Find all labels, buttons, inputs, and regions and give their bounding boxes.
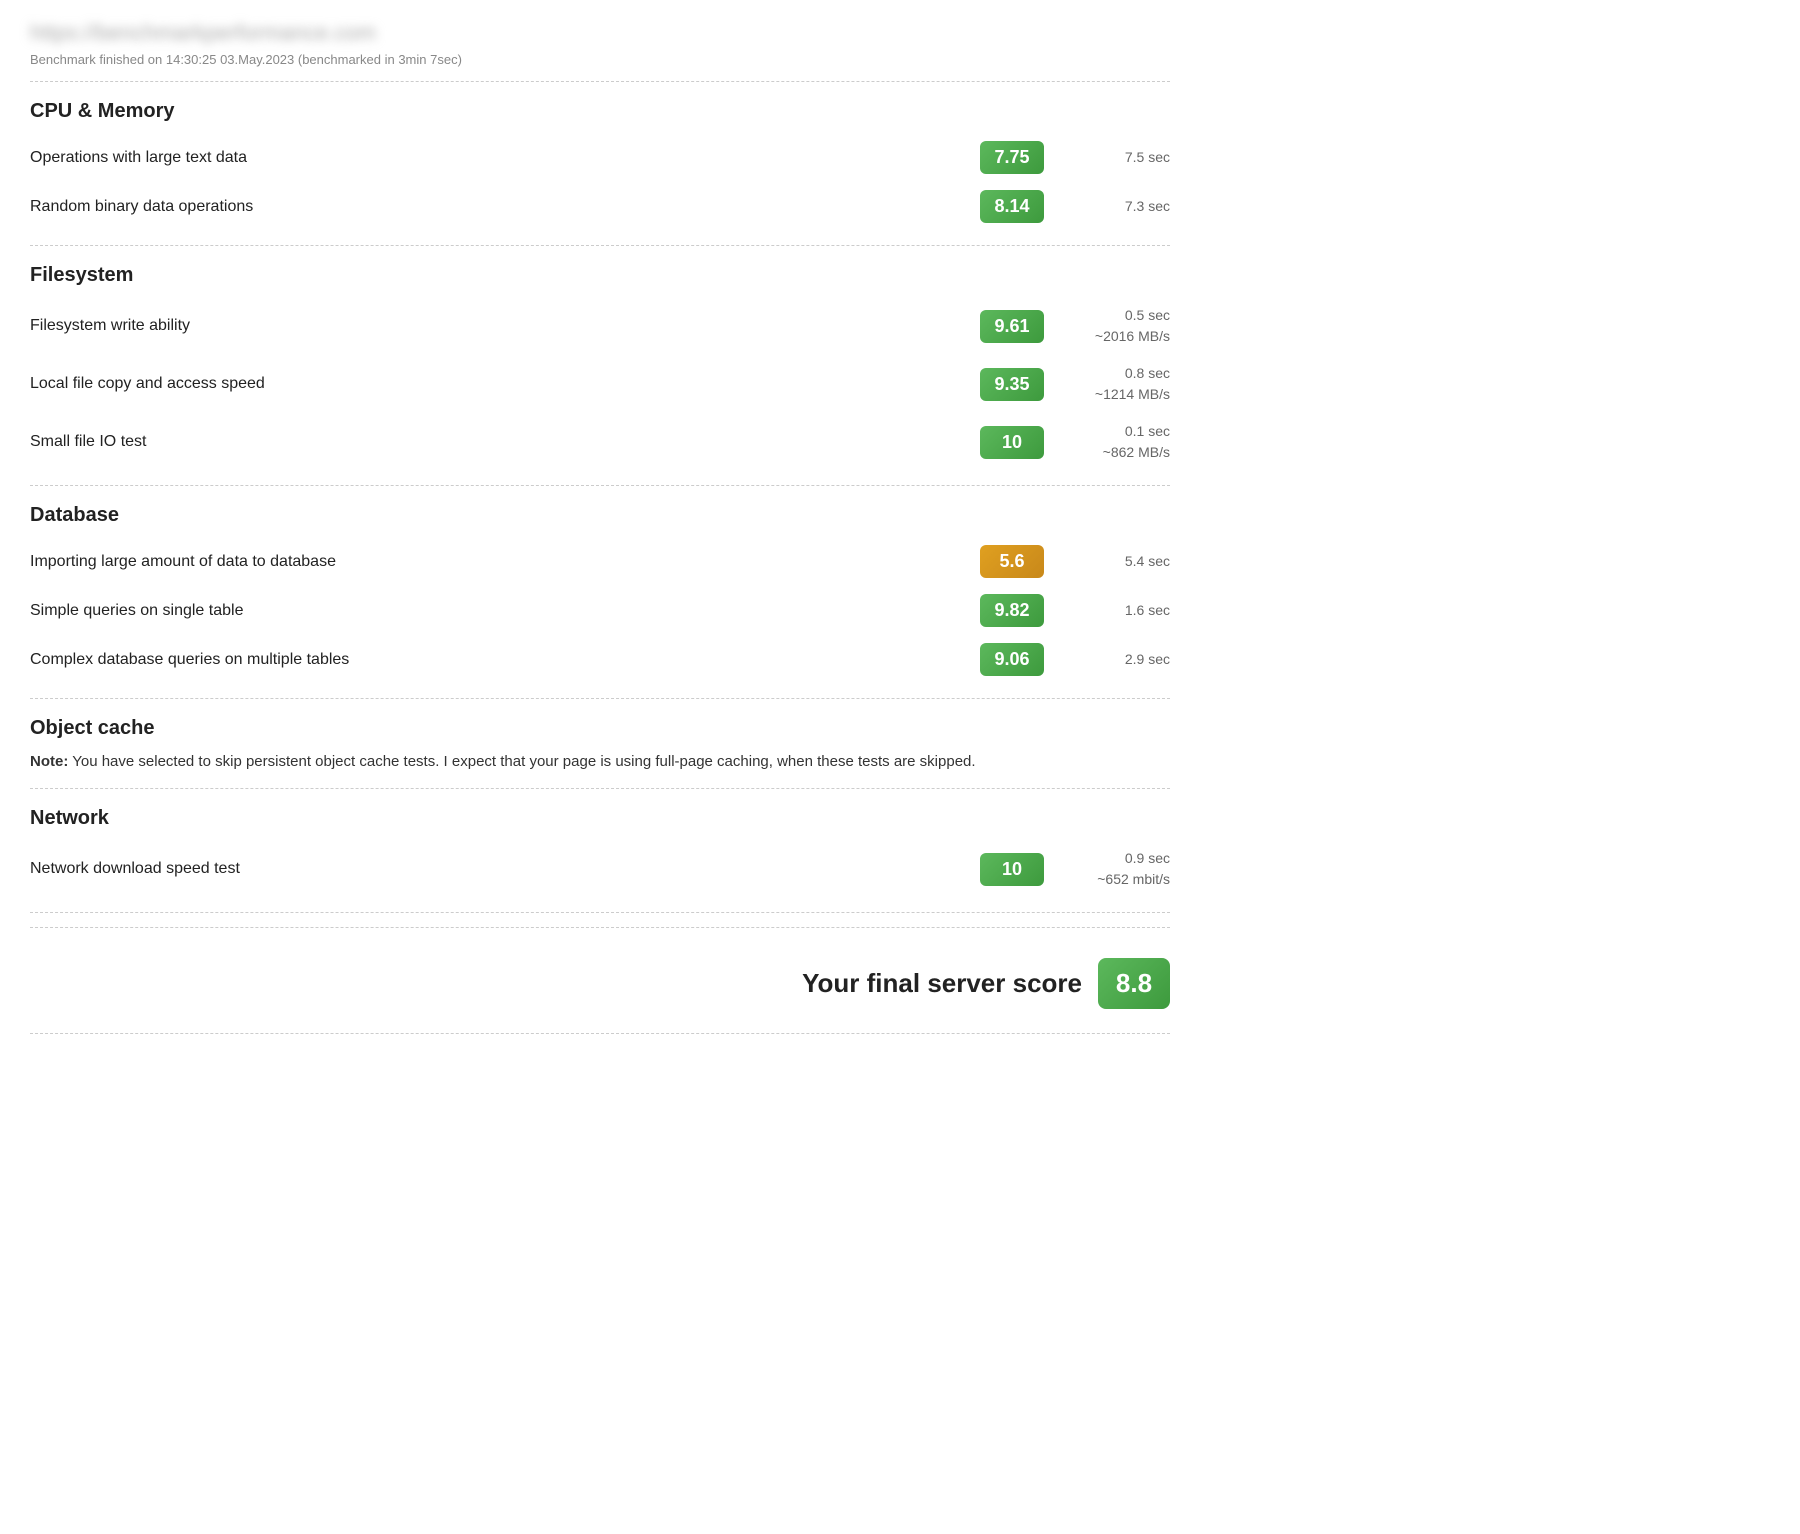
- time-primary: 0.1 sec: [1060, 421, 1170, 442]
- benchmark-label: Operations with large text data: [30, 149, 980, 167]
- benchmark-info: Benchmark finished on 14:30:25 03.May.20…: [30, 52, 1170, 67]
- section-divider-network: [30, 912, 1170, 913]
- time-primary: 7.5 sec: [1060, 147, 1170, 168]
- time-primary: 1.6 sec: [1060, 600, 1170, 621]
- time-info: 7.3 sec: [1060, 196, 1170, 217]
- benchmark-row: Filesystem write ability9.61 0.5 sec~2016…: [30, 297, 1170, 355]
- section-divider-database: [30, 698, 1170, 699]
- benchmark-label: Network download speed test: [30, 860, 980, 878]
- section-divider-object-cache: [30, 788, 1170, 789]
- benchmark-row: Network download speed test10 0.9 sec~652…: [30, 840, 1170, 898]
- time-info: 2.9 sec: [1060, 649, 1170, 670]
- section-title-object-cache: Object cache: [30, 717, 1170, 740]
- benchmark-label: Complex database queries on multiple tab…: [30, 651, 980, 669]
- benchmark-label: Random binary data operations: [30, 198, 980, 216]
- bottom-divider-2: [30, 1033, 1170, 1034]
- benchmark-label: Small file IO test: [30, 433, 980, 451]
- score-badge: 7.75: [980, 141, 1044, 174]
- score-badge: 9.35: [980, 368, 1044, 401]
- section-title-filesystem: Filesystem: [30, 264, 1170, 287]
- time-primary: 0.5 sec: [1060, 305, 1170, 326]
- benchmark-row: Operations with large text data7.75 7.5 s…: [30, 133, 1170, 182]
- time-secondary: ~862 MB/s: [1060, 442, 1170, 463]
- time-primary: 2.9 sec: [1060, 649, 1170, 670]
- benchmark-row: Importing large amount of data to databa…: [30, 537, 1170, 586]
- benchmark-label: Importing large amount of data to databa…: [30, 553, 980, 571]
- final-score-badge: 8.8: [1098, 958, 1170, 1009]
- score-badge: 10: [980, 853, 1044, 886]
- benchmark-row: Small file IO test10 0.1 sec~862 MB/s: [30, 413, 1170, 471]
- time-info: 1.6 sec: [1060, 600, 1170, 621]
- time-primary: 7.3 sec: [1060, 196, 1170, 217]
- final-score-label: Your final server score: [802, 968, 1082, 999]
- score-badge: 9.82: [980, 594, 1044, 627]
- benchmark-label: Simple queries on single table: [30, 602, 980, 620]
- section-divider-cpu-memory: [30, 245, 1170, 246]
- benchmark-label: Local file copy and access speed: [30, 375, 980, 393]
- section-title-network: Network: [30, 807, 1170, 830]
- time-info: 5.4 sec: [1060, 551, 1170, 572]
- benchmark-row: Local file copy and access speed9.35 0.8 …: [30, 355, 1170, 413]
- time-secondary: ~2016 MB/s: [1060, 326, 1170, 347]
- time-secondary: ~652 mbit/s: [1060, 869, 1170, 890]
- benchmark-row: Simple queries on single table9.82 1.6 se…: [30, 586, 1170, 635]
- score-badge: 9.06: [980, 643, 1044, 676]
- score-badge: 5.6: [980, 545, 1044, 578]
- score-badge: 10: [980, 426, 1044, 459]
- sections-container: CPU & Memory Operations with large text d…: [30, 100, 1170, 913]
- benchmark-row: Complex database queries on multiple tab…: [30, 635, 1170, 684]
- site-url: https://benchmarkperformance.com: [30, 20, 1170, 46]
- score-badge: 9.61: [980, 310, 1044, 343]
- score-badge: 8.14: [980, 190, 1044, 223]
- time-info: 0.1 sec~862 MB/s: [1060, 421, 1170, 463]
- time-info: 0.5 sec~2016 MB/s: [1060, 305, 1170, 347]
- time-primary: 0.9 sec: [1060, 848, 1170, 869]
- final-score-row: Your final server score 8.8: [30, 942, 1170, 1019]
- time-info: 7.5 sec: [1060, 147, 1170, 168]
- section-divider-filesystem: [30, 485, 1170, 486]
- section-title-database: Database: [30, 504, 1170, 527]
- top-divider: [30, 81, 1170, 82]
- section-title-cpu-memory: CPU & Memory: [30, 100, 1170, 123]
- bottom-divider-1: [30, 927, 1170, 928]
- time-info: 0.8 sec~1214 MB/s: [1060, 363, 1170, 405]
- benchmark-label: Filesystem write ability: [30, 317, 980, 335]
- time-primary: 5.4 sec: [1060, 551, 1170, 572]
- benchmark-row: Random binary data operations8.14 7.3 sec: [30, 182, 1170, 231]
- time-primary: 0.8 sec: [1060, 363, 1170, 384]
- time-info: 0.9 sec~652 mbit/s: [1060, 848, 1170, 890]
- time-secondary: ~1214 MB/s: [1060, 384, 1170, 405]
- object-cache-note: Note: You have selected to skip persiste…: [30, 750, 1170, 774]
